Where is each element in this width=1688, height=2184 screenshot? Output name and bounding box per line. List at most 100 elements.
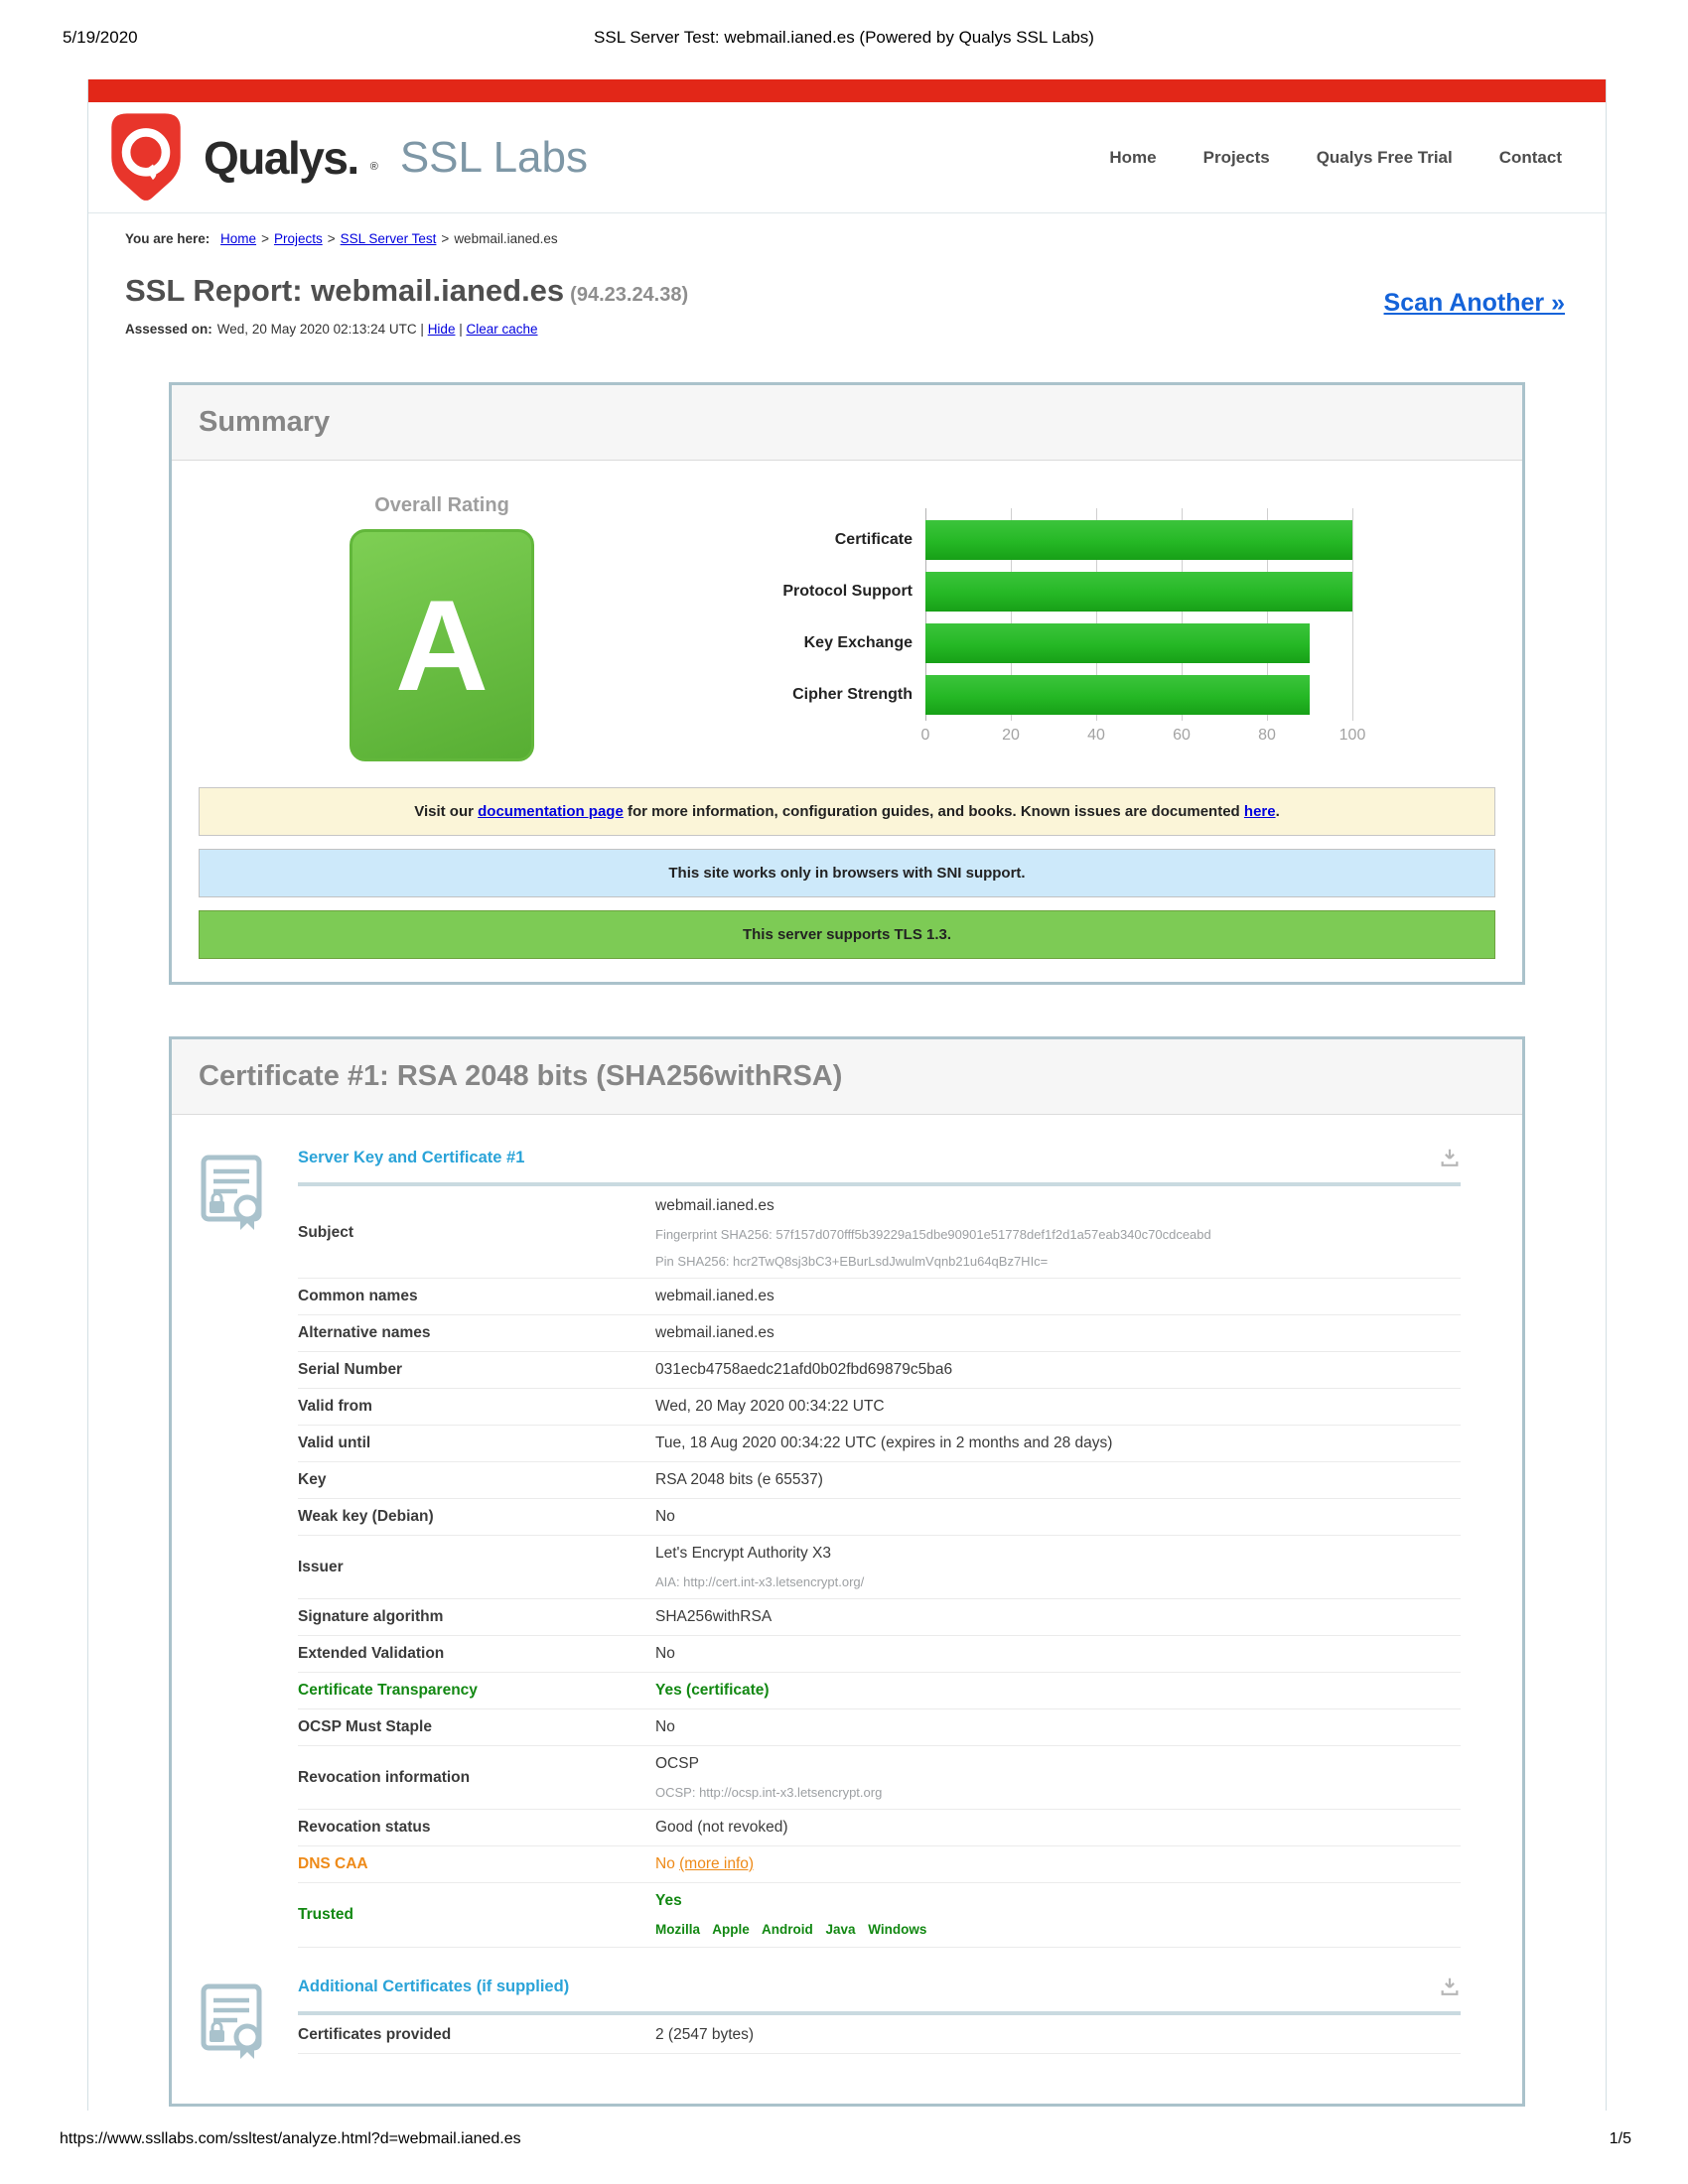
certificate-icon — [200, 1145, 298, 1948]
download-icon[interactable] — [1439, 1976, 1461, 1997]
nav-item-qualys-free-trial[interactable]: Qualys Free Trial — [1317, 148, 1453, 168]
summary-panel: Summary Overall Rating A CertificateProt… — [169, 382, 1525, 985]
certificate-body: Server Key and Certificate #1Subjectwebm… — [172, 1115, 1522, 2104]
notice-yellow: Visit our documentation page for more in… — [199, 787, 1495, 836]
breadcrumb-link-projects[interactable]: Projects — [274, 231, 323, 246]
row-label: DNS CAA — [298, 1855, 655, 1873]
value-line: 2 (2547 bytes) — [655, 2025, 1461, 2045]
row-value: No — [655, 1507, 1461, 1527]
row-revocation-information: Revocation informationOCSPOCSP: http://o… — [298, 1746, 1461, 1810]
value-line: Mozilla Apple Android Java Windows — [655, 1921, 1461, 1939]
value-line: No (more info) — [655, 1854, 1461, 1874]
value-line: SHA256withRSA — [655, 1607, 1461, 1627]
overall-rating-label: Overall Rating — [172, 494, 712, 517]
row-value: webmail.ianed.es — [655, 1323, 1461, 1343]
breadcrumb-separator: > — [441, 231, 449, 246]
row-value: SHA256withRSA — [655, 1607, 1461, 1627]
print-title: SSL Server Test: webmail.ianed.es (Power… — [0, 28, 1688, 48]
row-weak-key-debian: Weak key (Debian)No — [298, 1499, 1461, 1536]
row-extended-validation: Extended ValidationNo — [298, 1636, 1461, 1673]
row-value: webmail.ianed.es Fingerprint SHA256: 57f1… — [655, 1196, 1461, 1270]
row-ocsp-must-staple: OCSP Must StapleNo — [298, 1709, 1461, 1746]
row-value: Wed, 20 May 2020 00:34:22 UTC — [655, 1397, 1461, 1417]
download-icon[interactable] — [1439, 1147, 1461, 1168]
more-info-link[interactable]: (more info) — [679, 1855, 754, 1872]
summary-title: Summary — [199, 406, 330, 438]
chart-category-label-certificate: Certificate — [712, 514, 925, 566]
row-value: 031ecb4758aedc21afd0b02fbd69879c5ba6 — [655, 1360, 1461, 1380]
row-value: Yes (certificate) — [655, 1681, 1461, 1701]
chart-axis-tick: 40 — [1087, 727, 1105, 745]
row-value: No — [655, 1644, 1461, 1664]
title-row: SSL Report: webmail.ianed.es(94.23.24.38… — [125, 273, 1569, 313]
row-value: Tue, 18 Aug 2020 00:34:22 UTC (expires i… — [655, 1433, 1461, 1453]
notice-green: This server supports TLS 1.3. — [199, 910, 1495, 959]
section-additional-certificates-if-supplied: Additional Certificates (if supplied) Cer… — [172, 1974, 1522, 2064]
site-header: Qualys.® SSL Labs Home Projects Qualys Fre… — [88, 102, 1606, 213]
value-line: Wed, 20 May 2020 00:34:22 UTC — [655, 1397, 1461, 1417]
value-line: Tue, 18 Aug 2020 00:34:22 UTC (expires i… — [655, 1433, 1461, 1453]
row-revocation-status: Revocation statusGood (not revoked) — [298, 1810, 1461, 1846]
row-label: Revocation status — [298, 1819, 655, 1837]
chart-bar-key-exchange — [925, 623, 1310, 663]
row-key: KeyRSA 2048 bits (e 65537) — [298, 1462, 1461, 1499]
qualys-logo[interactable]: Qualys.® SSL Labs — [102, 109, 588, 206]
nav-item-contact[interactable]: Contact — [1499, 148, 1562, 168]
page-title: SSL Report: webmail.ianed.es(94.23.24.38… — [125, 273, 688, 308]
breadcrumb-link-ssl-server-test[interactable]: SSL Server Test — [341, 231, 437, 246]
row-issuer: IssuerLet's Encrypt Authority X3AIA: htt… — [298, 1536, 1461, 1599]
section-server-key-and-certificate-1: Server Key and Certificate #1Subjectwebm… — [172, 1145, 1522, 1948]
hide-link[interactable]: Hide — [428, 322, 456, 337]
nav-item-projects[interactable]: Projects — [1203, 148, 1270, 168]
chart-bar-protocol-support — [925, 572, 1352, 612]
breadcrumb-link-home[interactable]: Home — [220, 231, 256, 246]
here-link[interactable]: here — [1244, 803, 1276, 820]
scan-another-link[interactable]: Scan Another » — [1384, 289, 1565, 318]
page-container: Qualys.® SSL Labs Home Projects Qualys Fre… — [87, 79, 1607, 2111]
print-header: 5/19/2020 SSL Server Test: webmail.ianed… — [0, 28, 1688, 52]
row-certificates-provided: Certificates provided2 (2547 bytes) — [298, 2017, 1461, 2054]
certificate-header: Certificate #1: RSA 2048 bits (SHA256wit… — [172, 1039, 1522, 1115]
rating-chart: CertificateProtocol SupportKey ExchangeC… — [712, 508, 1352, 761]
chart-bar-row — [925, 514, 1352, 566]
row-value: No — [655, 1717, 1461, 1737]
value-line: 031ecb4758aedc21afd0b02fbd69879c5ba6 — [655, 1360, 1461, 1380]
row-valid-from: Valid fromWed, 20 May 2020 00:34:22 UTC — [298, 1389, 1461, 1426]
section-heading-additional-certificates-if-supplied: Additional Certificates (if supplied) — [298, 1978, 569, 1996]
row-label: Certificates provided — [298, 2026, 655, 2044]
overall-rating: Overall Rating A — [172, 494, 712, 761]
row-label: Signature algorithm — [298, 1608, 655, 1626]
value-line: webmail.ianed.es — [655, 1196, 1461, 1216]
section-head: Server Key and Certificate #1 — [298, 1145, 1461, 1170]
certificate-title: Certificate #1: RSA 2048 bits (SHA256wit… — [199, 1060, 842, 1092]
row-signature-algorithm: Signature algorithmSHA256withRSA — [298, 1599, 1461, 1636]
row-label: Weak key (Debian) — [298, 1508, 655, 1526]
section-divider — [298, 2011, 1461, 2015]
brand-red-bar — [88, 79, 1606, 102]
breadcrumb-prefix: You are here: — [125, 231, 210, 246]
value-line: webmail.ianed.es — [655, 1287, 1461, 1306]
value-line: No — [655, 1644, 1461, 1664]
brand-name: Qualys. — [204, 131, 358, 185]
clear-cache-link[interactable]: Clear cache — [466, 322, 537, 337]
certificate-panel: Certificate #1: RSA 2048 bits (SHA256wit… — [169, 1036, 1525, 2107]
top-nav: Home Projects Qualys Free Trial Contact — [1109, 148, 1562, 168]
documentation-page-link[interactable]: documentation page — [478, 803, 624, 820]
value-line: Fingerprint SHA256: 57f157d070fff5b39229… — [655, 1226, 1461, 1243]
grade-box: A — [350, 529, 534, 761]
chart-category-label-cipher-strength: Cipher Strength — [712, 669, 925, 721]
nav-item-home[interactable]: Home — [1109, 148, 1156, 168]
grade-letter: A — [395, 581, 489, 710]
chart-category-label-key-exchange: Key Exchange — [712, 617, 925, 669]
main-content: You are here: Home>Projects>SSL Server T… — [88, 213, 1606, 2107]
row-label: OCSP Must Staple — [298, 1718, 655, 1736]
brand-suffix: SSL Labs — [400, 133, 588, 183]
chart-axis-tick: 60 — [1173, 727, 1191, 745]
chart-bar-row — [925, 669, 1352, 721]
row-trusted: TrustedYesMozilla Apple Android Java Win… — [298, 1883, 1461, 1948]
chart-axis-tick: 80 — [1258, 727, 1276, 745]
chart-bar-row — [925, 617, 1352, 669]
row-label: Revocation information — [298, 1769, 655, 1787]
print-footer: https://www.ssllabs.com/ssltest/analyze.… — [60, 2130, 1631, 2148]
breadcrumb-current: webmail.ianed.es — [454, 231, 557, 246]
